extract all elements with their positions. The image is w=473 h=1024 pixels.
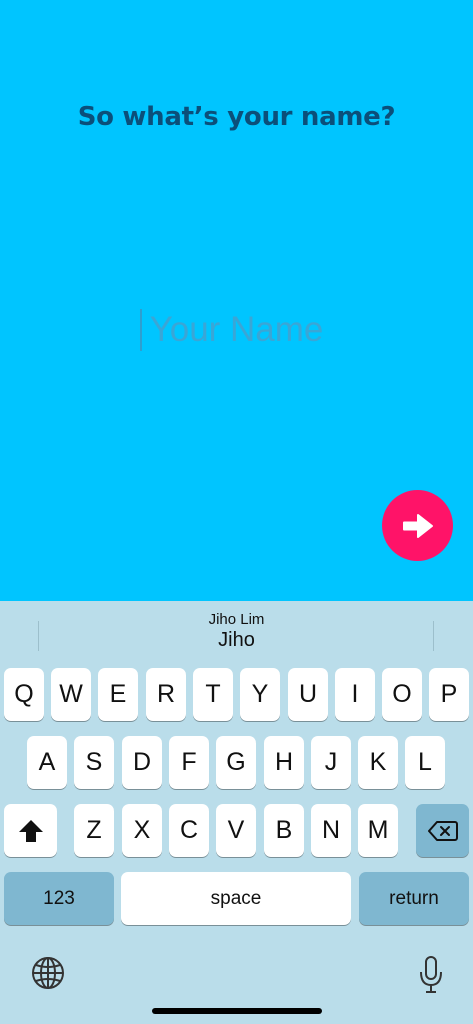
suggestion-first-name: Jiho	[218, 629, 255, 651]
key-d[interactable]: D	[122, 736, 162, 789]
name-input[interactable]	[40, 300, 433, 360]
key-e[interactable]: E	[98, 668, 138, 721]
suggestion-full-name: Jiho Lim	[208, 611, 265, 628]
key-j[interactable]: J	[311, 736, 351, 789]
globe-icon[interactable]	[30, 955, 66, 991]
key-z[interactable]: Z	[74, 804, 114, 857]
shift-key[interactable]	[4, 804, 57, 857]
key-h[interactable]: H	[264, 736, 304, 789]
key-q[interactable]: Q	[4, 668, 44, 721]
key-a[interactable]: A	[27, 736, 67, 789]
key-c[interactable]: C	[169, 804, 209, 857]
suggestion-divider	[38, 621, 39, 651]
key-o[interactable]: O	[382, 668, 422, 721]
key-k[interactable]: K	[358, 736, 398, 789]
key-i[interactable]: I	[335, 668, 375, 721]
backspace-key[interactable]	[416, 804, 469, 857]
key-x[interactable]: X	[122, 804, 162, 857]
shift-icon	[18, 819, 43, 842]
backspace-icon	[427, 820, 458, 841]
key-r[interactable]: R	[146, 668, 186, 721]
key-f[interactable]: F	[169, 736, 209, 789]
key-p[interactable]: P	[429, 668, 469, 721]
page-title: So what’s your name?	[77, 102, 396, 132]
key-g[interactable]: G	[216, 736, 256, 789]
key-w[interactable]: W	[51, 668, 91, 721]
key-y[interactable]: Y	[240, 668, 280, 721]
next-button[interactable]	[382, 490, 453, 561]
space-key[interactable]: space	[121, 872, 351, 925]
suggestion-bar: Jiho Lim Jiho	[0, 601, 473, 663]
key-v[interactable]: V	[216, 804, 256, 857]
arrow-right-icon	[402, 513, 433, 538]
key-s[interactable]: S	[74, 736, 114, 789]
key-l[interactable]: L	[405, 736, 445, 789]
text-cursor	[140, 309, 142, 351]
key-u[interactable]: U	[288, 668, 328, 721]
key-t[interactable]: T	[193, 668, 233, 721]
microphone-icon[interactable]	[418, 955, 444, 995]
return-key[interactable]: return	[359, 872, 469, 925]
key-n[interactable]: N	[311, 804, 351, 857]
key-b[interactable]: B	[264, 804, 304, 857]
home-indicator	[152, 1008, 322, 1014]
key-m[interactable]: M	[358, 804, 398, 857]
suggestion-divider	[433, 621, 434, 651]
keyboard: Jiho Lim Jiho Q W E R T Y U I O P A S D …	[0, 601, 473, 1024]
suggestion-item[interactable]: Jiho Lim Jiho	[130, 611, 343, 651]
name-entry-screen: So what’s your name?	[0, 0, 473, 601]
numbers-key[interactable]: 123	[4, 872, 114, 925]
